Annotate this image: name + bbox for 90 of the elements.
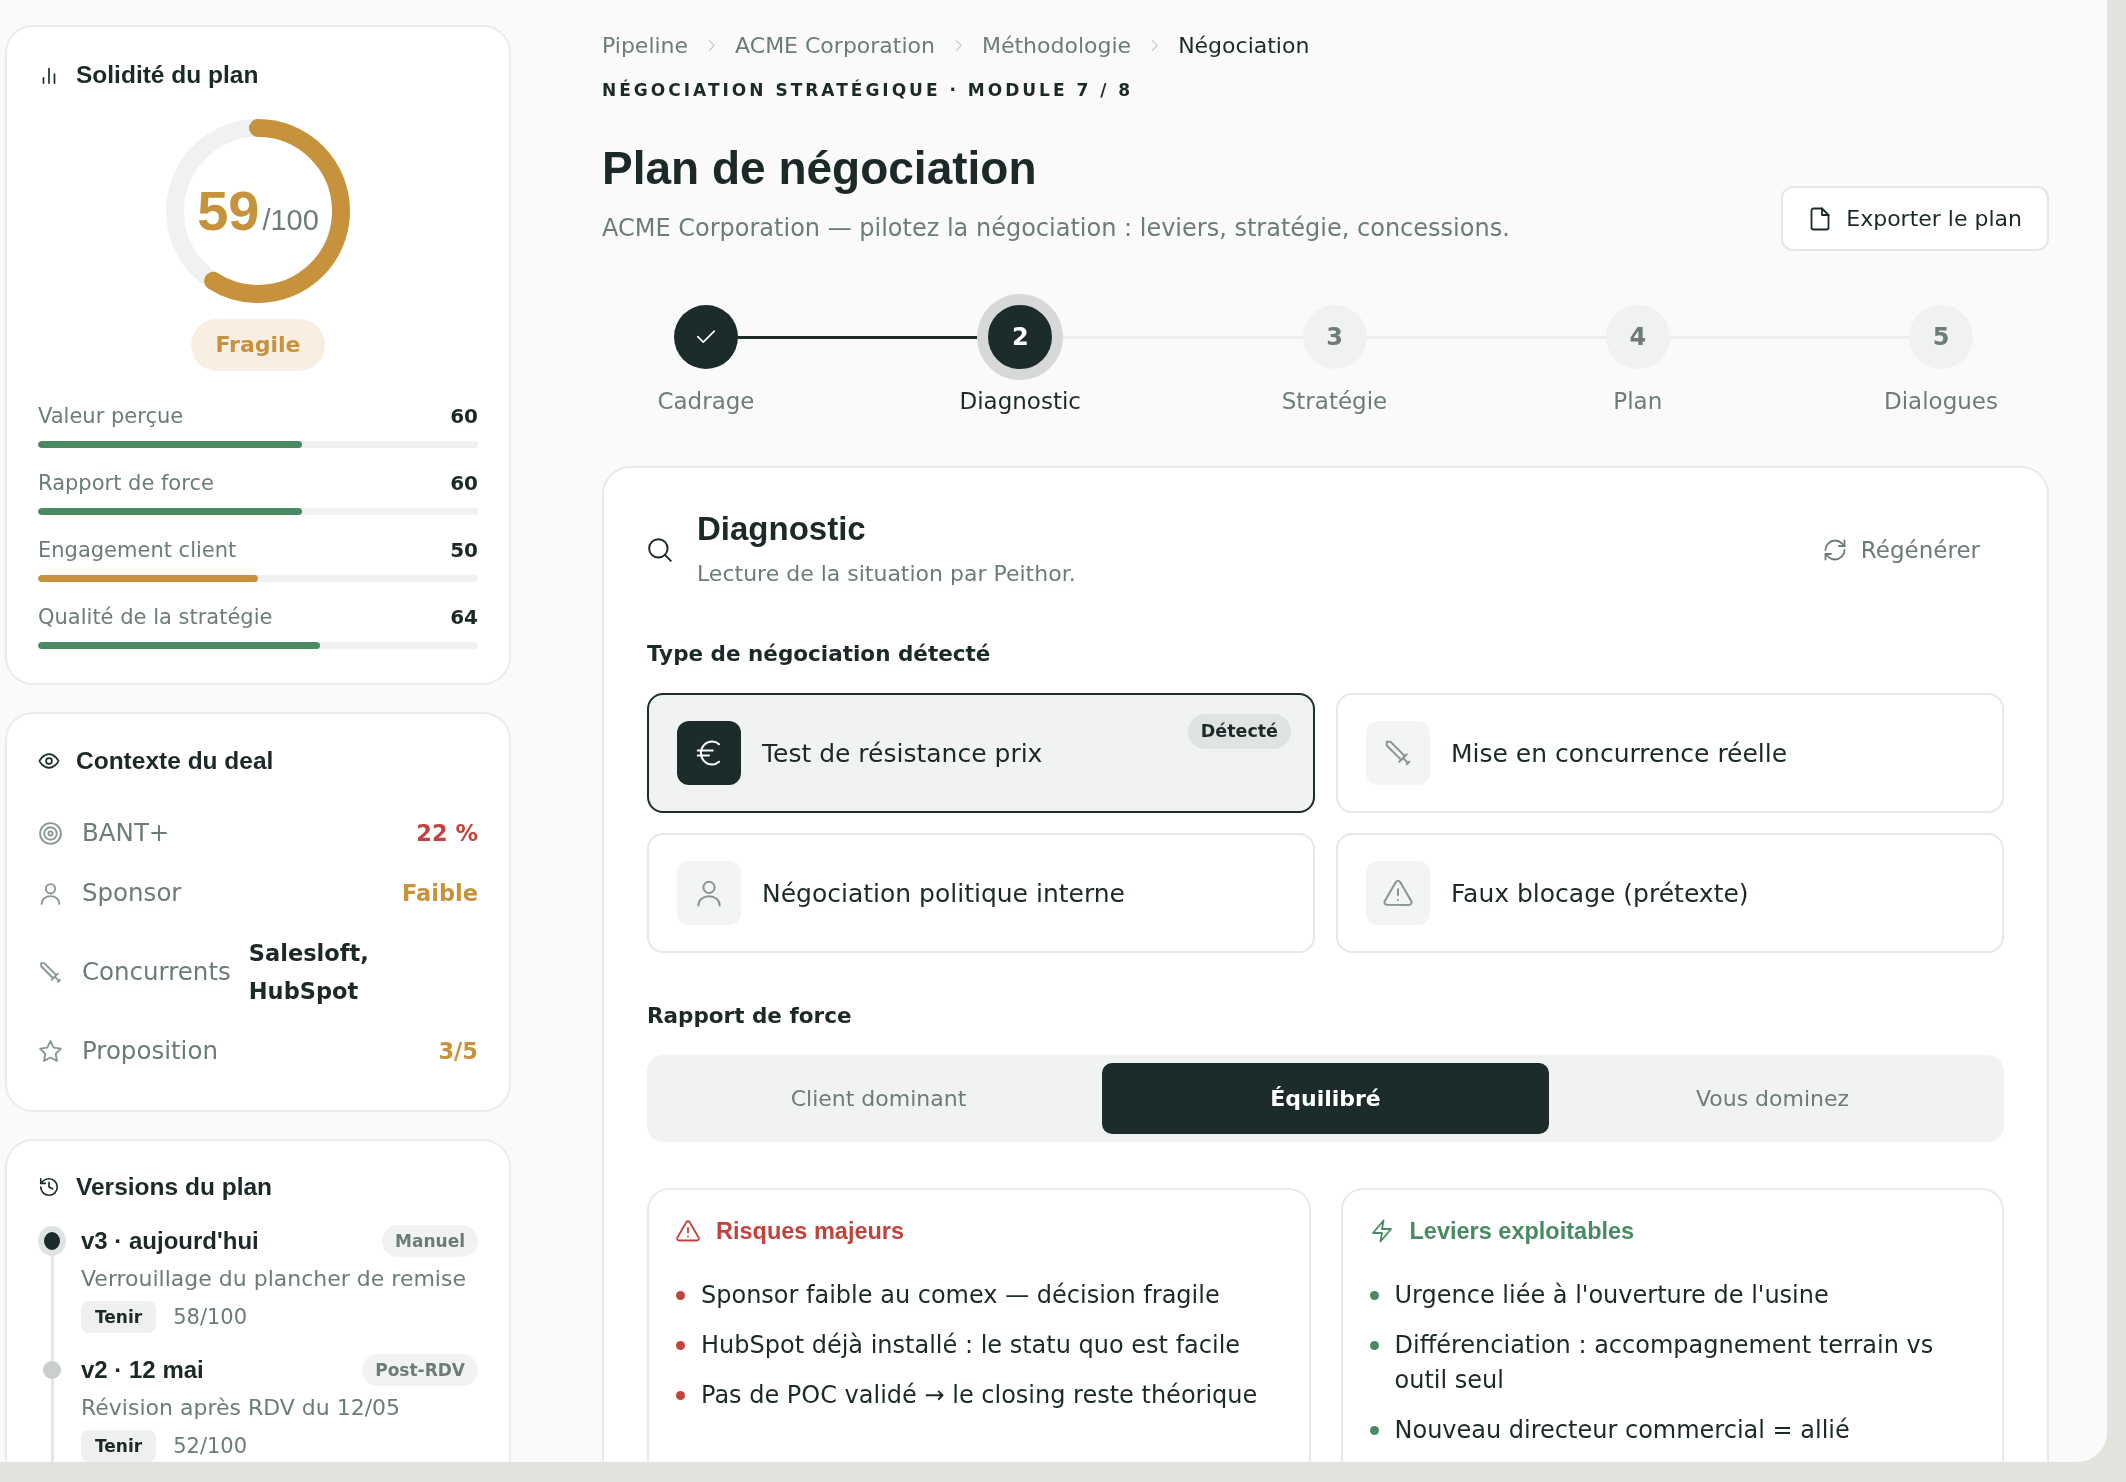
warning-icon bbox=[1366, 861, 1430, 925]
step-label: Diagnostic bbox=[959, 387, 1081, 416]
breadcrumb-link[interactable]: Négociation bbox=[1178, 32, 1310, 58]
target-icon bbox=[38, 820, 63, 846]
section-heading: Type de négociation détecté bbox=[647, 640, 991, 668]
risk-item: HubSpot déjà installé : le statu quo est facile bbox=[701, 1330, 1241, 1361]
version-badge: Post-RDV bbox=[362, 1354, 478, 1386]
card-title: Contexte du deal bbox=[76, 747, 274, 775]
breadcrumb-link[interactable]: Méthodologie bbox=[981, 32, 1132, 58]
metric-value: 60 bbox=[450, 471, 478, 495]
context-label: BANT+ bbox=[82, 817, 170, 849]
context-value: Faible bbox=[400, 879, 478, 908]
negotiation-type-option[interactable]: Négociation politique interne bbox=[647, 833, 1315, 953]
detected-badge: Détecté bbox=[1187, 714, 1291, 749]
card-subtitle: Lecture de la situation par Peithor. bbox=[697, 560, 1076, 588]
section-heading: Rapport de force bbox=[647, 1002, 852, 1030]
segment-button[interactable]: Client dominant bbox=[655, 1063, 1102, 1134]
context-value: Salesloft, HubSpot bbox=[247, 939, 370, 1006]
bullet-icon bbox=[1369, 1291, 1379, 1300]
warning-icon bbox=[676, 1219, 700, 1243]
bullet-icon bbox=[1369, 1426, 1379, 1435]
step-circle[interactable]: 4 bbox=[1605, 305, 1670, 369]
version-description: Révision après RDV du 12/05 bbox=[81, 1394, 401, 1422]
bullet-icon bbox=[676, 1391, 685, 1400]
version-score: 52/100 bbox=[173, 1434, 248, 1458]
breadcrumb-link[interactable]: ACME Corporation bbox=[735, 32, 935, 58]
history-icon bbox=[38, 1176, 60, 1198]
person-icon bbox=[38, 880, 63, 906]
strategy-tag: Tenir bbox=[81, 1430, 157, 1462]
bullet-icon bbox=[676, 1291, 685, 1300]
page-title: Plan de négociation bbox=[602, 141, 1037, 196]
step-label: Cadrage bbox=[657, 387, 755, 416]
metric-value: 64 bbox=[450, 605, 478, 629]
strategy-tag: Tenir bbox=[81, 1301, 157, 1333]
step-circle[interactable]: 2 bbox=[977, 294, 1064, 380]
step-circle[interactable]: 3 bbox=[1302, 305, 1367, 369]
module-label: NÉGOCIATION STRATÉGIQUE · MODULE 7 / 8 bbox=[602, 78, 1134, 102]
lever-item: Urgence liée à l'ouverture de l'usine bbox=[1394, 1280, 1829, 1311]
metric-label: Engagement client bbox=[38, 538, 237, 562]
export-button[interactable]: Exporter le plan bbox=[1781, 186, 2049, 251]
panel-title: Risques majeurs bbox=[716, 1217, 905, 1246]
context-label: Sponsor bbox=[82, 877, 182, 909]
rating-badge: Fragile bbox=[191, 319, 325, 371]
card-title: Solidité du plan bbox=[76, 61, 259, 89]
step-circle[interactable]: 5 bbox=[1909, 305, 1973, 369]
breadcrumb-link[interactable]: Pipeline bbox=[602, 32, 689, 58]
bullet-icon bbox=[676, 1341, 685, 1350]
version-title: v3 · aujourd'hui bbox=[81, 1227, 259, 1255]
lightning-icon bbox=[1369, 1219, 1394, 1243]
negotiation-type-option[interactable]: Faux blocage (prétexte) bbox=[1336, 833, 2004, 953]
person-icon bbox=[677, 861, 741, 925]
step-label: Plan bbox=[1613, 387, 1663, 416]
step-label: Stratégie bbox=[1281, 387, 1388, 416]
eye-icon bbox=[38, 750, 60, 772]
card-title: Diagnostic bbox=[697, 510, 866, 548]
version-title: v2 · 12 mai bbox=[81, 1356, 204, 1384]
context-label: Concurrents bbox=[82, 956, 231, 988]
search-icon bbox=[647, 536, 673, 563]
negotiation-type-option[interactable]: Test de résistance prix Détecté bbox=[647, 693, 1315, 813]
risk-item: Sponsor faible au comex — décision fragile bbox=[701, 1280, 1220, 1311]
metric-value: 60 bbox=[450, 404, 478, 428]
context-label: Proposition bbox=[82, 1035, 218, 1067]
sword-icon bbox=[1366, 721, 1430, 785]
panel-title: Leviers exploitables bbox=[1409, 1217, 1635, 1246]
context-value: 3/5 bbox=[437, 1037, 478, 1066]
refresh-icon bbox=[1822, 537, 1847, 562]
version-description: Verrouillage du plancher de remise bbox=[81, 1265, 466, 1293]
page-subtitle: ACME Corporation — pilotez la négociation : leviers, stratégie, concessions. bbox=[602, 213, 1510, 244]
star-icon bbox=[38, 1038, 63, 1064]
regenerate-button[interactable]: Régénérer bbox=[1812, 528, 1990, 571]
lever-item: Nouveau directeur commercial = allié bbox=[1394, 1415, 1850, 1446]
risk-item: Pas de POC validé → le closing reste théorique bbox=[701, 1380, 1258, 1411]
metric-value: 50 bbox=[450, 538, 478, 562]
segment-button[interactable]: Équilibré bbox=[1102, 1063, 1549, 1134]
bullet-icon bbox=[1369, 1341, 1379, 1350]
euro-icon bbox=[677, 721, 741, 785]
metric-label: Rapport de force bbox=[38, 471, 214, 495]
negotiation-type-option[interactable]: Mise en concurrence réelle bbox=[1336, 693, 2004, 813]
sword-icon bbox=[38, 959, 63, 985]
score-max: /100 bbox=[262, 206, 319, 235]
card-title: Versions du plan bbox=[76, 1173, 273, 1201]
metric-label: Valeur perçue bbox=[38, 404, 184, 428]
version-badge: Manuel bbox=[382, 1225, 478, 1257]
version-score: 58/100 bbox=[173, 1305, 248, 1329]
metric-label: Qualité de la stratégie bbox=[38, 605, 273, 629]
context-value: 22 % bbox=[415, 819, 478, 848]
score-value: 59 bbox=[197, 183, 260, 239]
segment-button[interactable]: Vous dominez bbox=[1549, 1063, 1996, 1134]
step-label: Dialogues bbox=[1884, 387, 1998, 416]
lever-item: Différenciation : accompagnement terrain vs outil seul bbox=[1394, 1330, 1935, 1396]
